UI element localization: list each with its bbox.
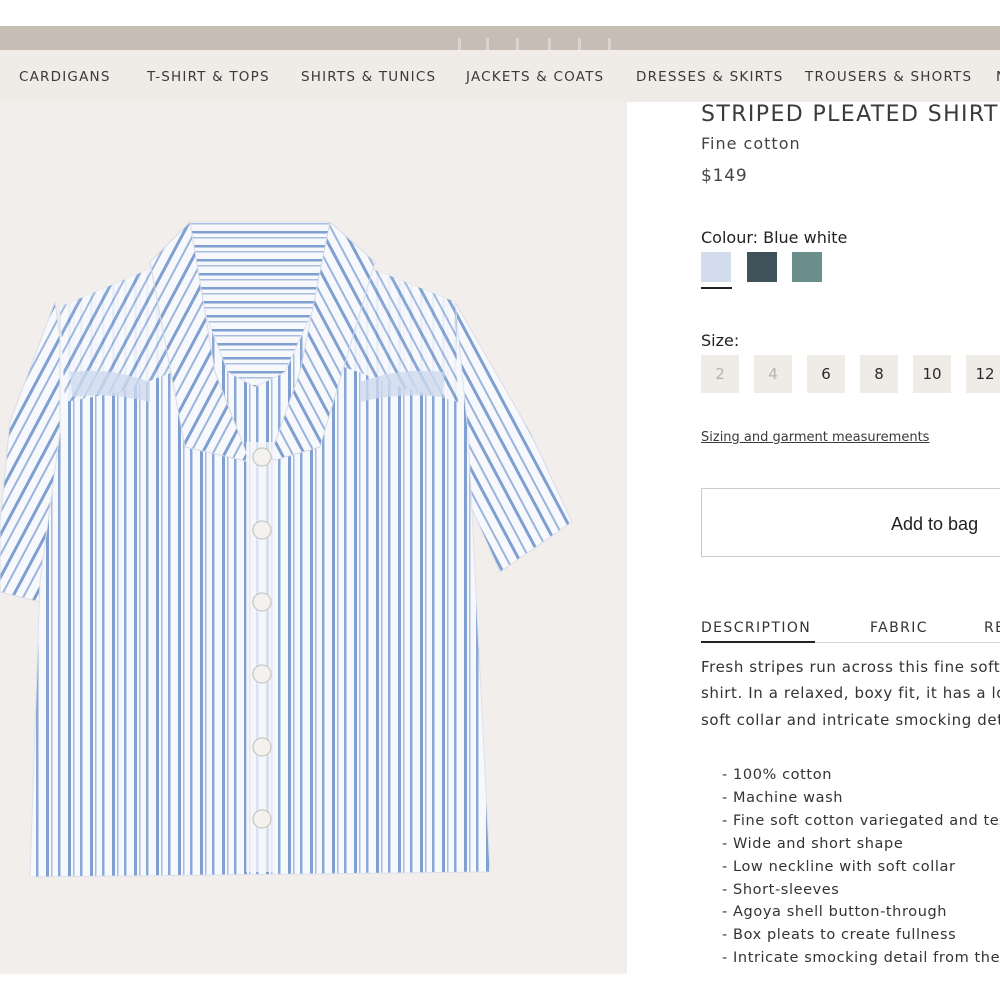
description-text: Fresh stripes run across this fine soft bbox=[701, 658, 1000, 676]
size-6-button[interactable]: 6 bbox=[807, 355, 845, 393]
brand-bar bbox=[0, 26, 1000, 50]
size-10-button[interactable]: 10 bbox=[913, 355, 951, 393]
size-12-button[interactable]: 12 bbox=[966, 355, 1000, 393]
swatch-dark-slate[interactable] bbox=[747, 252, 777, 282]
tab-active-indicator bbox=[701, 641, 815, 643]
nav-item-jackets-coats[interactable]: JACKETS & COATS bbox=[466, 69, 604, 85]
description-text: soft collar and intricate smocking det bbox=[701, 711, 1000, 729]
feature-bullet: - 100% cotton bbox=[722, 767, 832, 783]
nav-item-tshirt-tops[interactable]: T-SHIRT & TOPS bbox=[147, 69, 270, 85]
feature-bullet: - Intricate smocking detail from the y bbox=[722, 950, 1000, 966]
selected-swatch-indicator bbox=[701, 287, 732, 289]
feature-bullet: - Fine soft cotton variegated and tex bbox=[722, 813, 1000, 829]
nav-item-shirts-tunics[interactable]: SHIRTS & TUNICS bbox=[301, 69, 436, 85]
feature-bullet: - Short-sleeves bbox=[722, 882, 840, 898]
nav-item-trousers-shorts[interactable]: TROUSERS & SHORTS bbox=[805, 69, 972, 85]
feature-bullet: - Wide and short shape bbox=[722, 836, 904, 852]
nav-item-next[interactable]: N bbox=[996, 69, 1000, 85]
top-bar bbox=[0, 0, 1000, 26]
product-subtitle: Fine cotton bbox=[701, 134, 801, 153]
tab-re[interactable]: RE bbox=[984, 620, 1000, 636]
product-title: STRIPED PLEATED SHIRT bbox=[701, 102, 999, 127]
add-to-bag-label: Add to bag bbox=[891, 514, 979, 534]
feature-bullet: - Box pleats to create fullness bbox=[722, 927, 957, 943]
feature-bullet: - Low neckline with soft collar bbox=[722, 859, 956, 875]
feature-bullet: - Agoya shell button-through bbox=[722, 904, 948, 920]
size-4-button[interactable]: 4 bbox=[754, 355, 792, 393]
swatch-teal[interactable] bbox=[792, 252, 822, 282]
nav-item-dresses-skirts[interactable]: DRESSES & SKIRTS bbox=[636, 69, 783, 85]
product-image bbox=[0, 102, 627, 974]
logo[interactable] bbox=[456, 38, 626, 50]
tab-description[interactable]: DESCRIPTION bbox=[701, 620, 811, 636]
size-8-button[interactable]: 8 bbox=[860, 355, 898, 393]
add-to-bag-button[interactable]: Add to bag bbox=[701, 488, 1000, 557]
nav-item-cardigans[interactable]: CARDIGANS bbox=[19, 69, 111, 85]
description-text: shirt. In a relaxed, boxy fit, it has a … bbox=[701, 684, 1000, 702]
size-label: Size: bbox=[701, 331, 740, 350]
colour-label: Colour: Blue white bbox=[701, 228, 848, 247]
product-details: STRIPED PLEATED SHIRT Fine cotton $149 C… bbox=[627, 102, 1000, 1000]
tab-fabric[interactable]: FABRIC bbox=[870, 620, 928, 636]
size-2-button[interactable]: 2 bbox=[701, 355, 739, 393]
bottom-gap bbox=[0, 974, 627, 1000]
sizing-guide-link[interactable]: Sizing and garment measurements bbox=[701, 430, 929, 445]
shirt-illustration bbox=[0, 220, 573, 878]
feature-bullet: - Machine wash bbox=[722, 790, 844, 806]
category-nav: CARDIGANS T-SHIRT & TOPS SHIRTS & TUNICS… bbox=[0, 50, 1000, 102]
product-price: $149 bbox=[701, 166, 748, 186]
swatch-blue-white[interactable] bbox=[701, 252, 731, 282]
